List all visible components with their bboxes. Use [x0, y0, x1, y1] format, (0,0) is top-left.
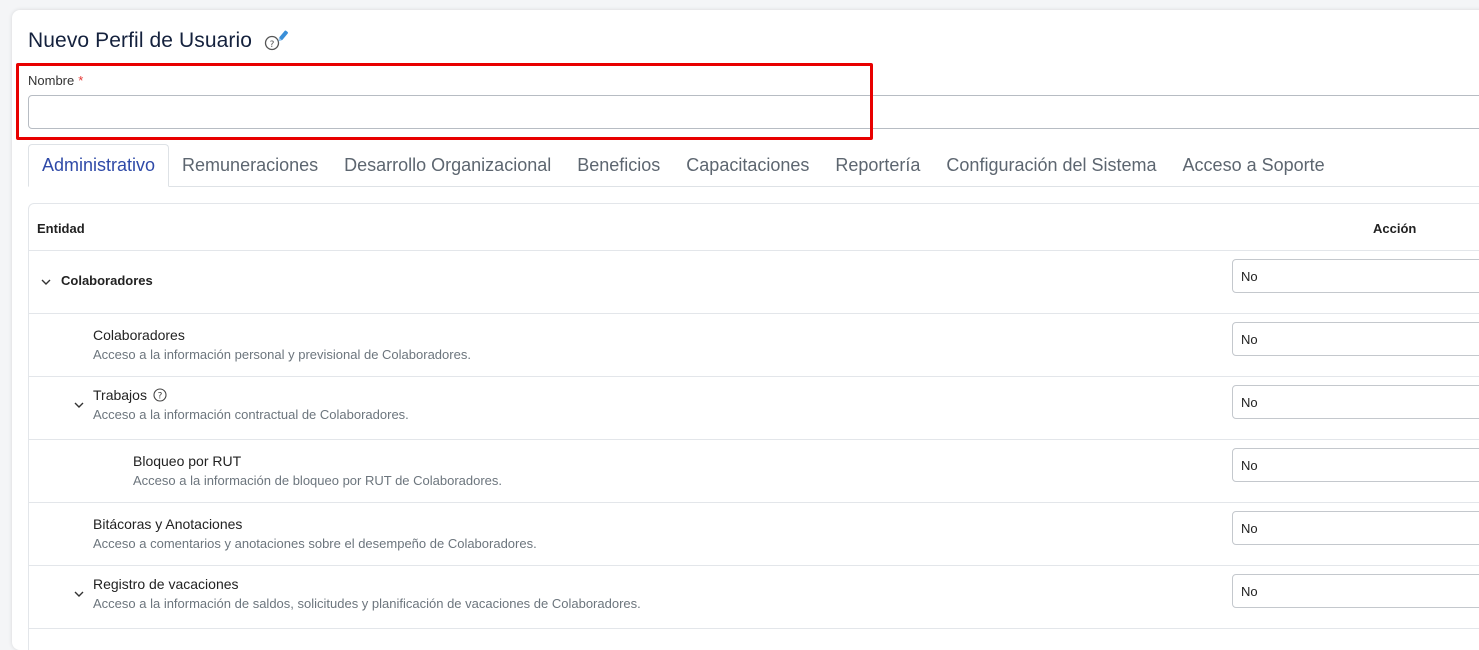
action-select[interactable]: No — [1232, 385, 1479, 419]
tab-administrativo[interactable]: Administrativo — [28, 144, 170, 187]
row-name: Trabajos — [93, 387, 147, 403]
chevron-down-icon[interactable] — [72, 398, 86, 412]
table-row: Bitácoras y Anotaciones Acceso a comenta… — [29, 503, 1479, 566]
column-header-accion: Acción — [1373, 221, 1417, 236]
table-row: Colaboradores No — [29, 251, 1479, 314]
tab-remuneraciones[interactable]: Remuneraciones — [169, 144, 331, 186]
action-select[interactable]: No — [1232, 448, 1479, 482]
page-title: Nuevo Perfil de Usuario — [28, 29, 253, 52]
svg-text:?: ? — [270, 40, 275, 50]
action-select[interactable]: No — [1232, 574, 1479, 608]
chevron-down-icon[interactable] — [72, 587, 86, 601]
name-input[interactable] — [28, 95, 1479, 129]
row-description: Acceso a la información de saldos, solic… — [93, 596, 641, 611]
name-label-text: Nombre — [28, 73, 75, 88]
tab-beneficios[interactable]: Beneficios — [564, 144, 673, 186]
tab-desarrollo-organizacional[interactable]: Desarrollo Organizacional — [331, 144, 564, 186]
table-row: Trabajos ? Acceso a la información contr… — [29, 377, 1479, 440]
tab-reporteria[interactable]: Reportería — [822, 144, 933, 186]
title-row: Nuevo Perfil de Usuario ? — [28, 26, 290, 56]
table-header: Entidad Acción — [29, 204, 1479, 251]
action-select[interactable]: No — [1232, 511, 1479, 545]
row-name: Bitácoras y Anotaciones — [93, 516, 243, 532]
row-name: Colaboradores — [61, 273, 153, 288]
chevron-down-icon[interactable] — [39, 275, 53, 289]
required-mark: * — [78, 73, 84, 88]
table-row: Registro de vacaciones Acceso a la infor… — [29, 566, 1479, 629]
tab-configuracion-sistema[interactable]: Configuración del Sistema — [933, 144, 1169, 186]
table-row: Colaboradores Acceso a la información pe… — [29, 314, 1479, 377]
tab-capacitaciones[interactable]: Capacitaciones — [673, 144, 822, 186]
row-description: Acceso a la información personal y previ… — [93, 347, 471, 362]
permissions-table: Entidad Acción Colaboradores No Colabora… — [28, 203, 1479, 650]
row-name: Colaboradores — [93, 327, 185, 343]
column-header-entidad: Entidad — [37, 221, 85, 236]
row-name: Registro de vacaciones — [93, 576, 239, 592]
help-icon[interactable]: ? — [153, 388, 167, 402]
action-select[interactable]: No — [1232, 322, 1479, 356]
row-name: Bloqueo por RUT — [133, 453, 242, 469]
help-edit-icon[interactable]: ? — [264, 29, 290, 53]
row-description: Acceso a la información de bloqueo por R… — [133, 473, 503, 488]
svg-text:?: ? — [158, 392, 163, 402]
name-label: Nombre * — [28, 73, 83, 88]
tab-bar: Administrativo Remuneraciones Desarrollo… — [28, 144, 1479, 187]
action-select[interactable]: No — [1232, 259, 1479, 293]
profile-card: Nuevo Perfil de Usuario ? Nombre * Admini… — [12, 10, 1479, 650]
row-name-wrap: Trabajos ? — [93, 387, 167, 403]
tab-acceso-soporte[interactable]: Acceso a Soporte — [1170, 144, 1338, 186]
row-description: Acceso a la información contractual de C… — [93, 407, 409, 422]
row-description: Acceso a comentarios y anotaciones sobre… — [93, 536, 537, 551]
table-row: Bloqueo por RUT Acceso a la información … — [29, 440, 1479, 503]
